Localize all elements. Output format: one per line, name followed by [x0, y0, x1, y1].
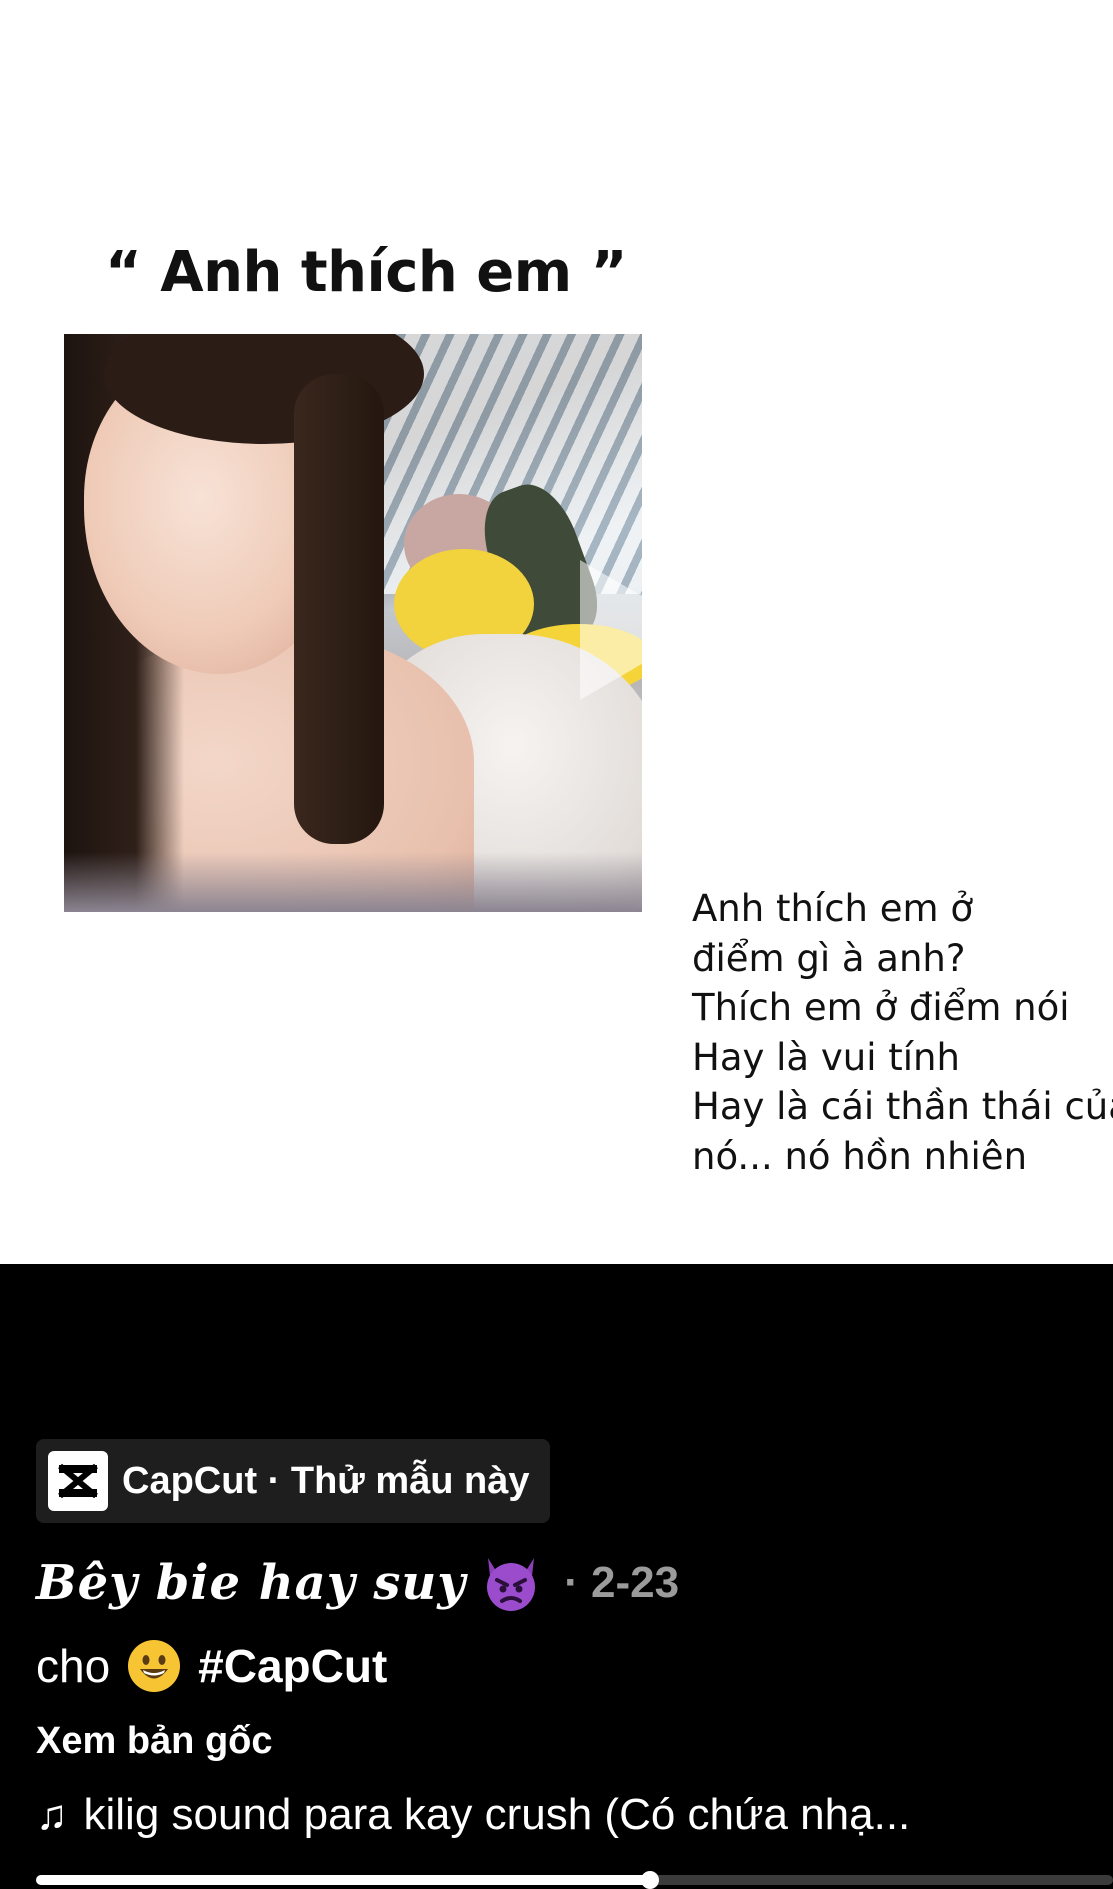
progress-fill	[36, 1875, 650, 1885]
music-note-icon: ♫	[36, 1791, 68, 1838]
description-text: cho	[36, 1640, 111, 1692]
video-quote-title: “ Anh thích em ”	[105, 240, 627, 305]
post-title-row: 𝑩ê𝒚 𝒃𝒊𝒆 𝒉𝒂𝒚 𝒔𝒖𝒚 · 2-23	[36, 1552, 679, 1614]
devil-emoji-icon	[480, 1552, 542, 1614]
video-progress-bar[interactable]	[36, 1871, 1113, 1889]
play-icon	[580, 560, 700, 700]
post-title[interactable]: 𝑩ê𝒚 𝒃𝒊𝒆 𝒉𝒂𝒚 𝒔𝒖𝒚	[36, 1555, 466, 1611]
smile-emoji-icon	[126, 1638, 182, 1694]
see-original-link[interactable]: Xem bản gốc	[36, 1720, 273, 1763]
capcut-logo-icon	[48, 1451, 108, 1511]
lyric-line: Thích em ở điểm nói	[692, 986, 1070, 1029]
progress-knob[interactable]	[641, 1871, 659, 1889]
lyric-line: điểm gì à anh?	[692, 936, 966, 980]
hashtag-link[interactable]: #CapCut	[198, 1639, 387, 1693]
capcut-template-label: CapCut · Thử mẫu này	[122, 1459, 530, 1502]
music-link[interactable]: ♫ kilig sound para kay crush (Có chứa nh…	[36, 1790, 910, 1840]
video-lyrics: Anh thích em ở điểm gì à anh? Thích em ở…	[692, 884, 1113, 1181]
capcut-template-button[interactable]: CapCut · Thử mẫu này	[36, 1439, 550, 1523]
lyric-line: Anh thích em ở	[692, 887, 973, 930]
post-description: cho #CapCut	[36, 1638, 387, 1694]
post-date: · 2-23	[564, 1558, 680, 1607]
lyric-line: nó... nó hồn nhiên	[692, 1134, 1028, 1178]
lyric-line: Hay là cái thần thái của	[692, 1085, 1113, 1128]
music-title: kilig sound para kay crush (Có chứa nhạ.…	[83, 1790, 911, 1839]
video-player[interactable]: “ Anh thích em ” Anh thích em ở điểm gì …	[0, 0, 1113, 1264]
video-photo	[64, 334, 642, 912]
lyric-line: Hay là vui tính	[692, 1035, 960, 1079]
